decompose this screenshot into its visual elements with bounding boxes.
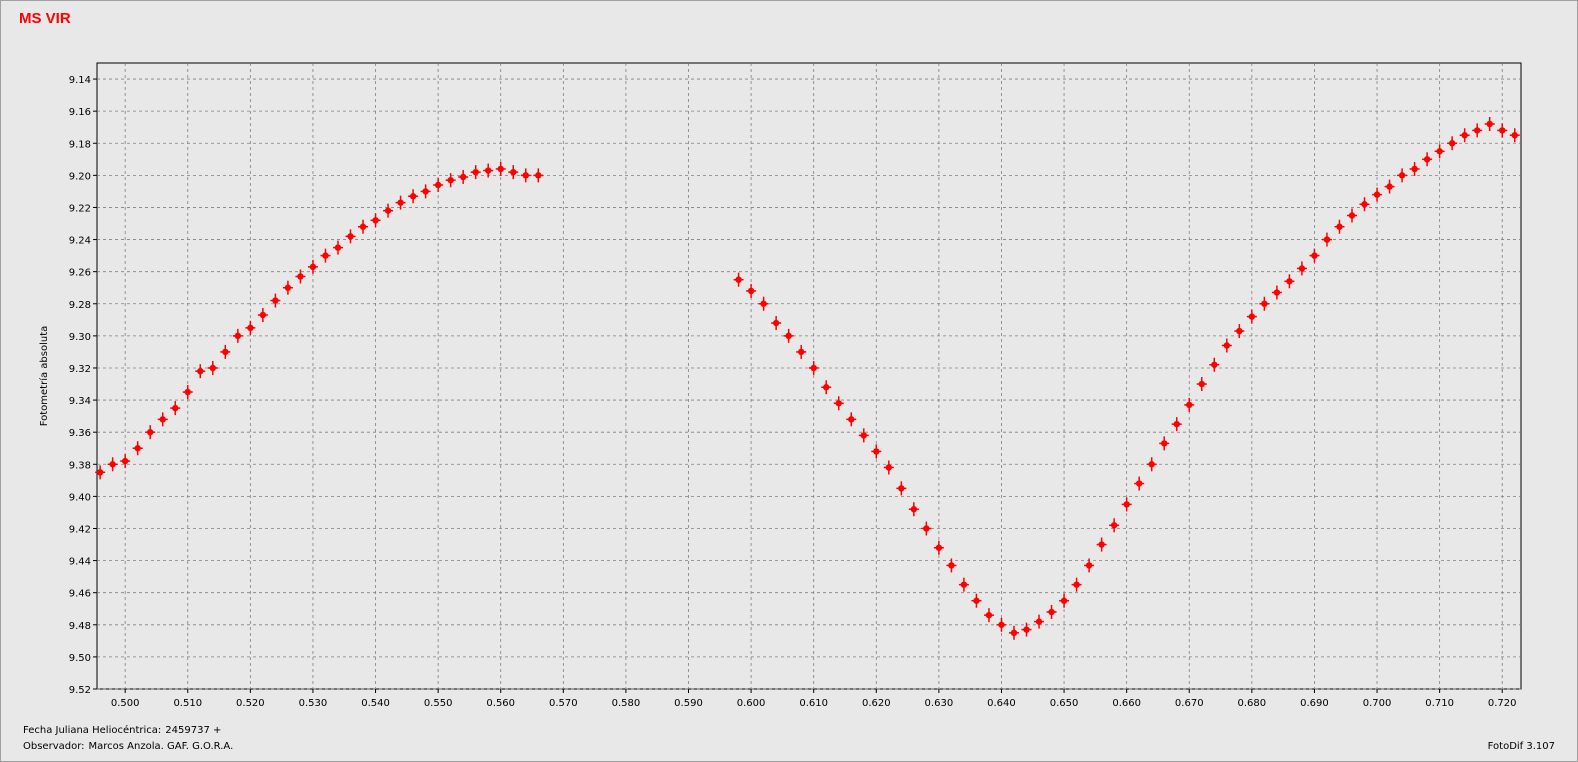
y-axis-label: Fotometría absoluta <box>38 326 50 427</box>
y-tick-label: 9.48 <box>69 621 91 632</box>
x-tick-label: 0.620 <box>862 698 891 709</box>
observer-footer: Observador: Marcos Anzola. GAF. G.O.R.A. <box>23 741 233 752</box>
x-tick-label: 0.530 <box>299 698 328 709</box>
x-tick-label: 0.690 <box>1300 698 1329 709</box>
x-tick-label: 0.550 <box>424 698 453 709</box>
chart-window: MS VIR 9.14 9.16 9.18 9.20 9.22 9.24 9.26 9.28 9… <box>0 0 1578 762</box>
y-tick-label: 9.52 <box>69 685 91 696</box>
x-tick-label: 0.560 <box>486 698 515 709</box>
y-tick-label: 9.50 <box>69 653 91 664</box>
x-tick-label: 0.710 <box>1425 698 1454 709</box>
x-tick-label: 0.700 <box>1363 698 1392 709</box>
x-tick-label: 0.610 <box>799 698 828 709</box>
y-tick-label: 9.40 <box>69 492 91 503</box>
x-tick-label: 0.520 <box>236 698 265 709</box>
hjd-value: 2459737 + <box>165 725 222 736</box>
x-tick-label: 0.720 <box>1488 698 1517 709</box>
x-tick-label: 0.630 <box>925 698 954 709</box>
x-tick-label: 0.540 <box>361 698 390 709</box>
y-tick-label: 9.20 <box>69 171 91 182</box>
y-tick-label: 9.30 <box>69 332 91 343</box>
y-tick-label: 9.44 <box>69 557 91 568</box>
y-tick-label: 9.24 <box>69 236 91 247</box>
y-axis-ticks: 9.14 9.16 9.18 9.20 9.22 9.24 9.26 9.28 9.30 9.32… <box>69 75 97 696</box>
hjd-label: Fecha Juliana Heliocéntrica: <box>23 725 162 736</box>
x-tick-label: 0.600 <box>737 698 766 709</box>
y-tick-label: 9.42 <box>69 524 91 535</box>
y-tick-label: 9.18 <box>69 139 91 150</box>
x-tick-label: 0.580 <box>612 698 641 709</box>
y-tick-label: 9.14 <box>69 75 91 86</box>
y-tick-label: 9.36 <box>69 428 91 439</box>
plot-area <box>96 62 1522 690</box>
x-axis-ticks: 0.500 0.510 0.520 0.530 0.540 0.550 0.560 0.570… <box>111 689 1517 709</box>
x-tick-label: 0.510 <box>173 698 202 709</box>
software-version: FotoDif 3.107 <box>1487 741 1555 752</box>
y-tick-label: 9.28 <box>69 300 91 311</box>
x-tick-label: 0.650 <box>1050 698 1079 709</box>
y-tick-label: 9.46 <box>69 589 91 600</box>
y-tick-label: 9.34 <box>69 396 91 407</box>
y-tick-label: 9.22 <box>69 203 91 214</box>
observer-value: Marcos Anzola. GAF. G.O.R.A. <box>88 741 234 752</box>
y-tick-label: 9.38 <box>69 460 91 471</box>
x-tick-label: 0.570 <box>549 698 578 709</box>
observer-label: Observador: <box>23 741 85 752</box>
hjd-footer: Fecha Juliana Heliocéntrica: 2459737 + <box>23 725 221 736</box>
light-curve-chart: 9.14 9.16 9.18 9.20 9.22 9.24 9.26 9.28 9.30 9.32… <box>38 62 1522 709</box>
x-tick-label: 0.500 <box>111 698 140 709</box>
x-tick-label: 0.590 <box>674 698 703 709</box>
y-tick-label: 9.16 <box>69 107 91 118</box>
x-tick-label: 0.680 <box>1238 698 1267 709</box>
x-tick-label: 0.640 <box>987 698 1016 709</box>
y-tick-label: 9.32 <box>69 364 91 375</box>
x-tick-label: 0.660 <box>1112 698 1141 709</box>
x-tick-label: 0.670 <box>1175 698 1204 709</box>
y-tick-label: 9.26 <box>69 268 91 279</box>
